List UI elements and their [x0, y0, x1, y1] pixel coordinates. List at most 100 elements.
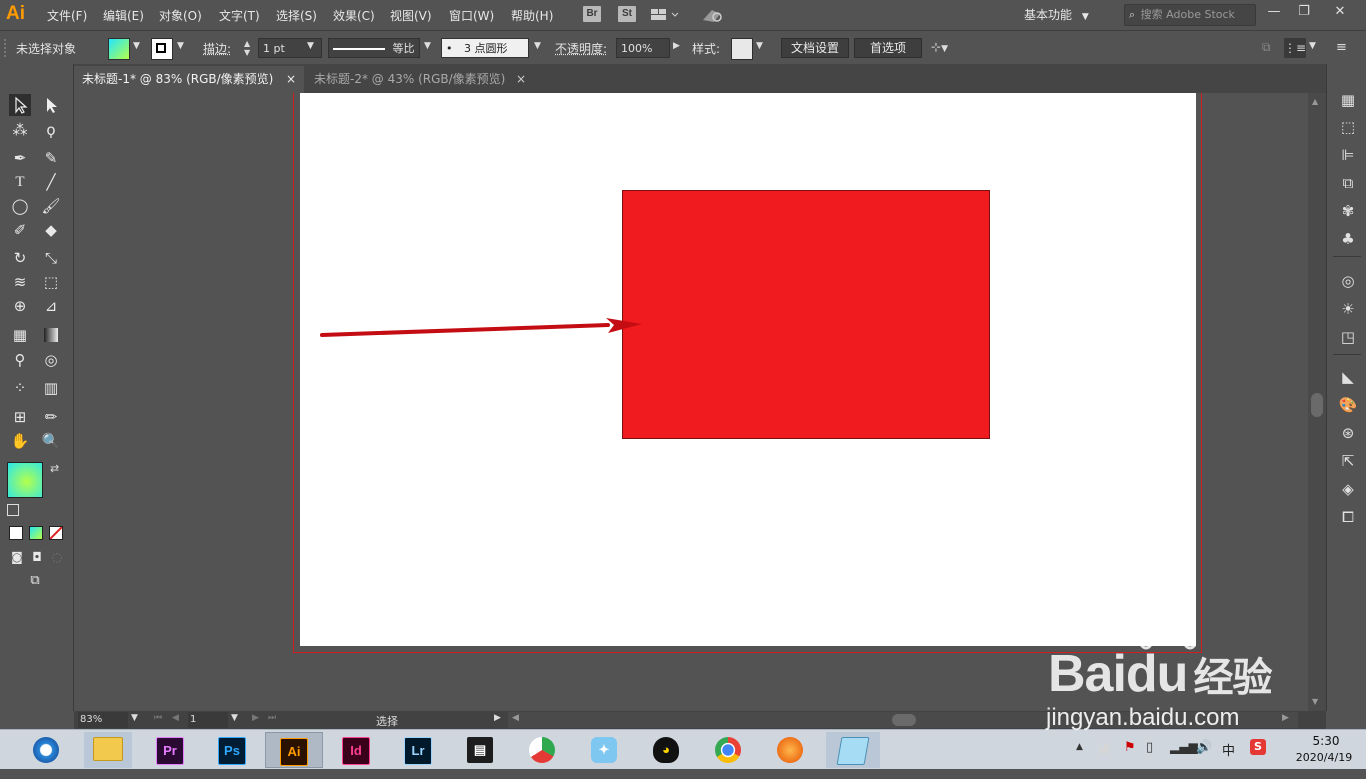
chevron-down-icon[interactable]: ▼	[131, 713, 138, 723]
taskbar-qq[interactable]: ◕	[646, 732, 686, 768]
taskbar-indesign[interactable]: Id	[336, 732, 376, 768]
mesh-tool-icon[interactable]: ▦	[9, 324, 31, 346]
scroll-up-icon[interactable]: ▲	[1312, 97, 1318, 106]
workspace-switcher[interactable]: 基本功能 ▼	[1024, 4, 1104, 26]
chevron-right-icon[interactable]: ▶	[673, 41, 680, 51]
selection-tool-icon[interactable]	[9, 94, 31, 116]
bridge-button[interactable]: Br	[583, 6, 601, 22]
brushes-icon[interactable]: ✾	[1337, 200, 1359, 222]
fill-swatch[interactable]	[108, 38, 130, 60]
menu-effect[interactable]: 效果(C)	[333, 7, 375, 24]
free-transform-tool-icon[interactable]: ⬚	[40, 271, 62, 293]
shape-builder-tool-icon[interactable]: ⊕	[9, 295, 31, 317]
last-artboard-icon[interactable]: ⏭	[268, 713, 276, 723]
eraser-tool-icon[interactable]: ◆	[40, 219, 62, 241]
align-icon[interactable]: ⊫	[1337, 144, 1359, 166]
clock-time[interactable]: 5:30	[1296, 734, 1356, 748]
horizontal-scroll-thumb[interactable]	[892, 714, 916, 726]
taskbar-illustrator[interactable]: Ai	[265, 732, 323, 768]
color-mode-icon[interactable]	[9, 526, 23, 540]
chevron-down-icon[interactable]: ▼	[424, 41, 431, 51]
vertical-scrollbar[interactable]: ▲ ▼	[1308, 93, 1326, 711]
paintbrush-tool-icon[interactable]: 🖌	[40, 195, 62, 217]
arrange-documents-icon[interactable]	[650, 7, 680, 23]
horizontal-scrollbar[interactable]: ◀ ▶	[508, 712, 1298, 728]
appearance-icon[interactable]: ☀	[1337, 298, 1359, 320]
taskbar-lightroom[interactable]: Lr	[398, 732, 438, 768]
close-icon[interactable]: ×	[516, 66, 526, 92]
gradient-panel-icon[interactable]: ◣	[1337, 366, 1359, 388]
color-panel-icon[interactable]: 🎨	[1337, 394, 1359, 416]
gpu-performance-icon[interactable]	[700, 6, 724, 24]
taskbar-photoshop[interactable]: Ps	[212, 732, 252, 768]
gradient-tool-icon[interactable]	[40, 324, 62, 346]
menu-object[interactable]: 对象(O)	[159, 7, 202, 24]
chevron-down-icon[interactable]: ▼	[231, 713, 238, 723]
chevron-down-icon[interactable]: ▼	[307, 41, 314, 51]
screen-mode-icon[interactable]: ⧉	[24, 570, 46, 592]
zoom-field[interactable]: 83%	[78, 712, 128, 728]
draw-normal-icon[interactable]: ◙	[6, 546, 28, 568]
taskbar-premiere[interactable]: Pr	[150, 732, 190, 768]
tray-device-icon[interactable]: ▯	[1146, 740, 1153, 755]
first-artboard-icon[interactable]: ⏮	[154, 713, 162, 723]
line-tool-icon[interactable]: ╱	[40, 171, 62, 193]
brush-definition[interactable]: • 3 点圆形	[441, 38, 529, 58]
tray-expand-icon[interactable]: ▲	[1076, 742, 1083, 752]
taskbar-notes[interactable]	[826, 732, 880, 768]
previous-artboard-icon[interactable]: ◀	[172, 713, 179, 723]
ime-indicator[interactable]: 中	[1222, 740, 1235, 759]
column-graph-tool-icon[interactable]: ▥	[40, 377, 62, 399]
menu-select[interactable]: 选择(S)	[276, 7, 317, 24]
hand-tool-icon[interactable]: ✋	[9, 430, 31, 452]
document-setup-button[interactable]: 文档设置	[781, 38, 849, 58]
default-colors-icon[interactable]	[7, 504, 19, 516]
transform-icon[interactable]: ⬚	[1337, 116, 1359, 138]
menu-view[interactable]: 视图(V)	[390, 7, 432, 24]
type-tool-icon[interactable]: T	[9, 171, 31, 193]
volume-icon[interactable]: 🔊	[1196, 740, 1212, 755]
color-guide-icon[interactable]: ⊛	[1337, 422, 1359, 444]
menu-edit[interactable]: 编辑(E)	[103, 7, 144, 24]
stroke-swatch[interactable]	[151, 38, 173, 60]
panel-grip[interactable]	[4, 39, 10, 57]
scale-tool-icon[interactable]: ⤡	[40, 247, 62, 269]
chevron-down-icon[interactable]: ▼	[177, 41, 184, 51]
taskbar-orange-app[interactable]	[770, 732, 810, 768]
tray-qq-icon[interactable]: ◕	[1098, 740, 1110, 756]
tray-flag-icon[interactable]: ⚑	[1124, 740, 1136, 755]
canvas-area[interactable]	[74, 93, 1308, 711]
none-mode-icon[interactable]	[49, 526, 63, 540]
zoom-tool-icon[interactable]: 🔍	[40, 430, 62, 452]
creative-cloud-icon[interactable]: ◎	[1337, 270, 1359, 292]
network-icon[interactable]: ▂▄▆	[1170, 740, 1198, 754]
artboard-number-field[interactable]: 1	[188, 712, 228, 728]
menu-window[interactable]: 窗口(W)	[449, 7, 494, 24]
clock-date[interactable]: 2020/4/19	[1284, 751, 1364, 764]
pen-tool-icon[interactable]: ✒	[9, 147, 31, 169]
export-icon[interactable]: ⇱	[1337, 450, 1359, 472]
taskbar-video-app[interactable]: ▤	[460, 732, 500, 768]
menu-file[interactable]: 文件(F)	[47, 7, 87, 24]
rotate-tool-icon[interactable]: ↻	[9, 247, 31, 269]
blend-tool-icon[interactable]: ◎	[40, 349, 62, 371]
minimize-button[interactable]: —	[1262, 3, 1286, 21]
taskbar-browser[interactable]	[26, 732, 66, 768]
magic-wand-tool-icon[interactable]: ⁂	[9, 119, 31, 141]
scroll-right-icon[interactable]: ▶	[1282, 713, 1289, 723]
stroke-stepper[interactable]: ▲ ▼	[244, 39, 256, 57]
red-rectangle[interactable]	[622, 190, 990, 439]
draw-inside-icon[interactable]: ◌	[46, 546, 68, 568]
perspective-grid-tool-icon[interactable]: ⊿	[40, 295, 62, 317]
chevron-down-icon[interactable]: ▼	[1309, 41, 1316, 51]
warp-tool-icon[interactable]: ≋	[9, 271, 31, 293]
chevron-down-icon[interactable]: ▼	[534, 41, 541, 51]
artboards-icon[interactable]: ⧠	[1337, 506, 1359, 528]
close-icon[interactable]: ×	[286, 66, 296, 92]
stock-search-field[interactable]: ⌕ 搜索 Adobe Stock	[1124, 4, 1256, 26]
draw-behind-icon[interactable]: ◘	[26, 546, 48, 568]
tab-document-2[interactable]: 未标题-2* @ 43% (RGB/像素预览) ×	[306, 66, 534, 93]
stroke-label[interactable]: 描边:	[203, 40, 231, 57]
direct-selection-tool-icon[interactable]	[40, 94, 62, 116]
eyedropper-tool-icon[interactable]: ⚲	[9, 349, 31, 371]
